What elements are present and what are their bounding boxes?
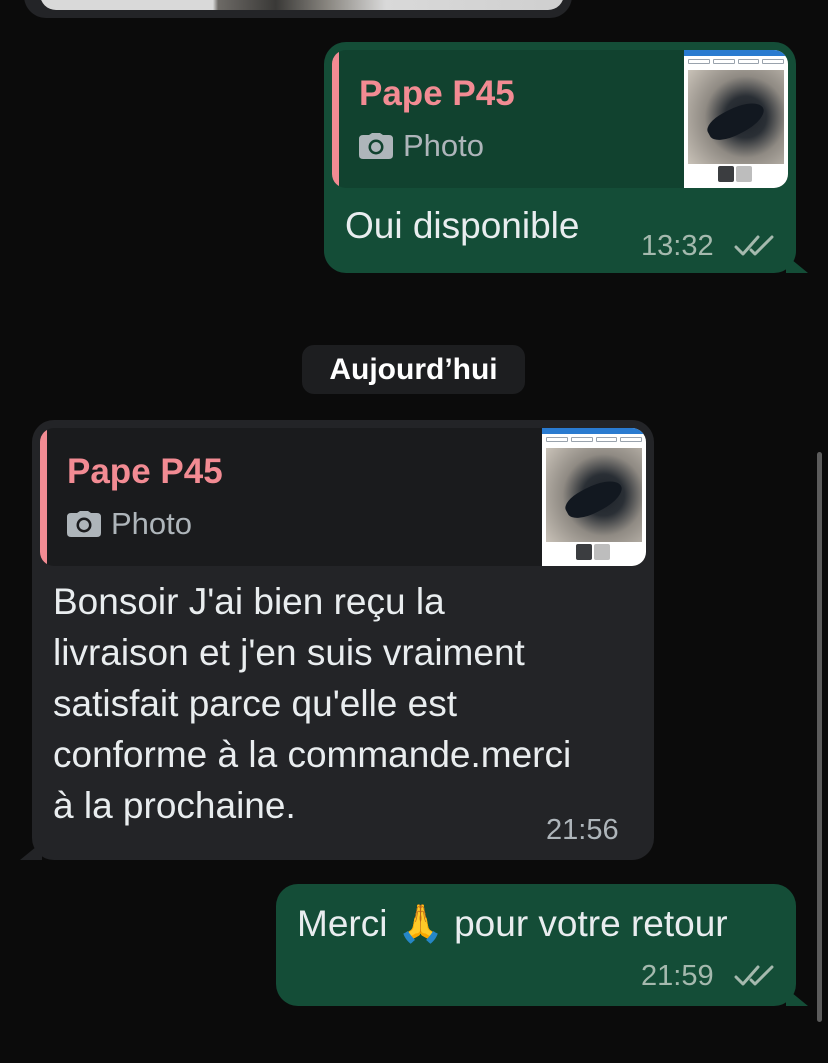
bubble-tail xyxy=(786,988,808,1006)
quote-accent-bar xyxy=(332,50,339,188)
previous-message-bubble[interactable] xyxy=(24,0,572,18)
quoted-message[interactable]: Pape P45 Photo xyxy=(332,50,788,188)
message-text: Merci 🙏 pour votre retour xyxy=(297,898,728,949)
bubble-tail xyxy=(786,255,808,273)
quote-accent-bar xyxy=(40,428,47,566)
quoted-author: Pape P45 xyxy=(359,74,515,113)
message-text: Bonsoir J'ai bien reçu la livraison et j… xyxy=(53,581,572,826)
folded-hands-icon: 🙏 xyxy=(397,902,444,945)
message-time: 13:32 xyxy=(641,230,714,262)
message-bubble-incoming[interactable]: Pape P45 Photo Bonsoir J'ai bien reçu la… xyxy=(32,420,654,860)
message-text-part: pour votre retour xyxy=(454,903,728,944)
message-bubble-outgoing[interactable]: Pape P45 Photo Oui disponible 13:32 xyxy=(324,42,796,273)
message-time: 21:59 xyxy=(641,960,714,992)
quoted-message[interactable]: Pape P45 Photo xyxy=(40,428,646,566)
message-text: Oui disponible xyxy=(345,205,580,246)
quoted-media-type: Photo xyxy=(67,506,192,542)
scrollbar[interactable] xyxy=(817,452,822,1022)
camera-icon xyxy=(359,133,393,159)
camera-icon xyxy=(67,511,101,537)
message-bubble-outgoing[interactable]: Merci 🙏 pour votre retour 21:59 xyxy=(276,884,796,1006)
bubble-tail xyxy=(20,842,42,860)
quoted-media-label: Photo xyxy=(403,128,485,163)
quoted-photo-thumbnail[interactable] xyxy=(684,50,788,188)
quoted-media-type: Photo xyxy=(359,128,484,164)
message-text-part: Merci xyxy=(297,903,388,944)
date-separator: Aujourd’hui xyxy=(302,345,525,394)
message-time: 21:56 xyxy=(546,814,619,846)
quoted-photo-thumbnail[interactable] xyxy=(542,428,646,566)
double-check-icon xyxy=(734,964,776,988)
quoted-media-label: Photo xyxy=(111,506,193,541)
double-check-icon xyxy=(734,234,776,258)
quoted-author: Pape P45 xyxy=(67,452,223,491)
previous-message-image[interactable] xyxy=(40,0,564,10)
